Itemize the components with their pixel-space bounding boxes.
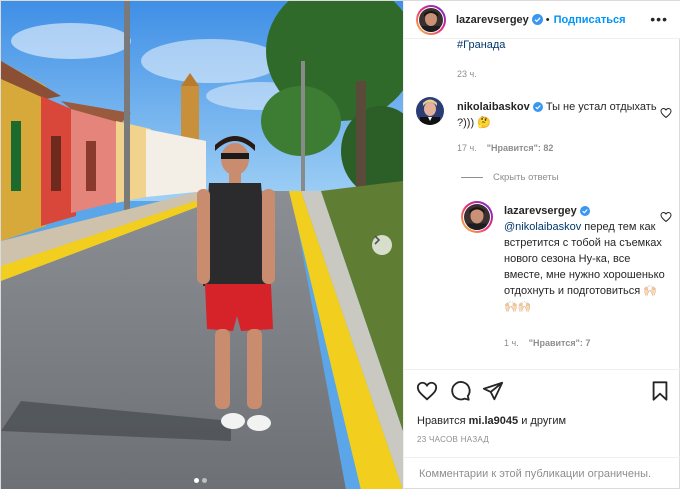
author-avatar[interactable]	[416, 4, 446, 35]
paper-plane-icon[interactable]	[482, 380, 504, 402]
comment-body: nikolaibaskov Ты не устал отдыхать ?))) …	[457, 99, 657, 131]
more-options-icon[interactable]: •••	[650, 11, 668, 27]
comment-likes[interactable]: "Нравится": 82	[487, 143, 554, 153]
comments-list[interactable]: #Гранада 23 ч. nikolaibaskov Ты не устал…	[404, 39, 680, 369]
avatar-image	[419, 7, 443, 32]
verified-badge-icon	[531, 13, 543, 25]
reply-avatar[interactable]	[461, 201, 493, 233]
comment-time: 17 ч.	[457, 143, 477, 153]
carousel-dot	[202, 478, 207, 483]
carousel-dots	[194, 478, 207, 483]
verified-badge-icon	[532, 102, 543, 112]
reply-mention[interactable]: @nikolaibaskov	[504, 221, 581, 233]
caption-time: 23 ч.	[457, 69, 477, 79]
likes-suffix: и другим	[518, 415, 567, 427]
post-details-panel: lazarevsergey • Подписаться ••• #Гранада…	[403, 1, 680, 489]
hide-replies-label[interactable]: Скрыть ответы	[493, 172, 559, 183]
heart-icon[interactable]	[660, 107, 672, 119]
commenter-avatar[interactable]	[416, 97, 444, 125]
hide-replies-button[interactable]: Скрыть ответы	[461, 172, 559, 183]
likes-prefix: Нравится	[417, 415, 469, 427]
follow-button[interactable]: Подписаться	[554, 14, 626, 26]
next-photo-button[interactable]	[372, 235, 392, 255]
reply-username[interactable]: lazarevsergey	[504, 205, 577, 217]
post-modal: lazarevsergey • Подписаться ••• #Гранада…	[0, 0, 680, 489]
avatar-image	[464, 204, 490, 230]
author-username-text[interactable]: lazarevsergey	[456, 14, 529, 26]
author-username[interactable]: lazarevsergey	[456, 13, 543, 26]
reply-text: перед тем как встретится с тобой на съем…	[504, 221, 665, 313]
divider-line	[461, 177, 483, 178]
caption-hashtag[interactable]: #Гранада	[457, 39, 505, 51]
comment-meta: 17 ч. "Нравится": 82	[457, 143, 553, 153]
carousel-dot-active	[194, 478, 199, 483]
post-photo[interactable]	[1, 1, 403, 489]
comments-limited-notice: Комментарии к этой публикации ограничены…	[404, 457, 680, 489]
chevron-right-icon	[374, 235, 381, 245]
verified-badge-icon	[579, 206, 590, 216]
heart-icon[interactable]	[416, 380, 438, 402]
bookmark-icon[interactable]	[649, 380, 671, 402]
heart-icon[interactable]	[660, 211, 672, 223]
comment-username[interactable]: nikolaibaskov	[457, 101, 530, 113]
street-photo-image	[1, 1, 403, 489]
reply-time: 1 ч.	[504, 338, 519, 348]
post-header: lazarevsergey • Подписаться •••	[404, 1, 680, 39]
post-timestamp: 23 ЧАСОВ НАЗАД	[417, 435, 490, 444]
post-actions	[404, 369, 680, 409]
reply-meta: 1 ч. "Нравится": 7	[504, 338, 590, 348]
reply-body: lazarevsergey @nikolaibaskov перед тем к…	[504, 203, 666, 315]
likes-summary[interactable]: Нравится mi.la9045 и другим	[417, 415, 566, 427]
comment-icon[interactable]	[449, 380, 471, 402]
reply-likes[interactable]: "Нравится": 7	[529, 338, 591, 348]
likes-user[interactable]: mi.la9045	[469, 415, 519, 427]
